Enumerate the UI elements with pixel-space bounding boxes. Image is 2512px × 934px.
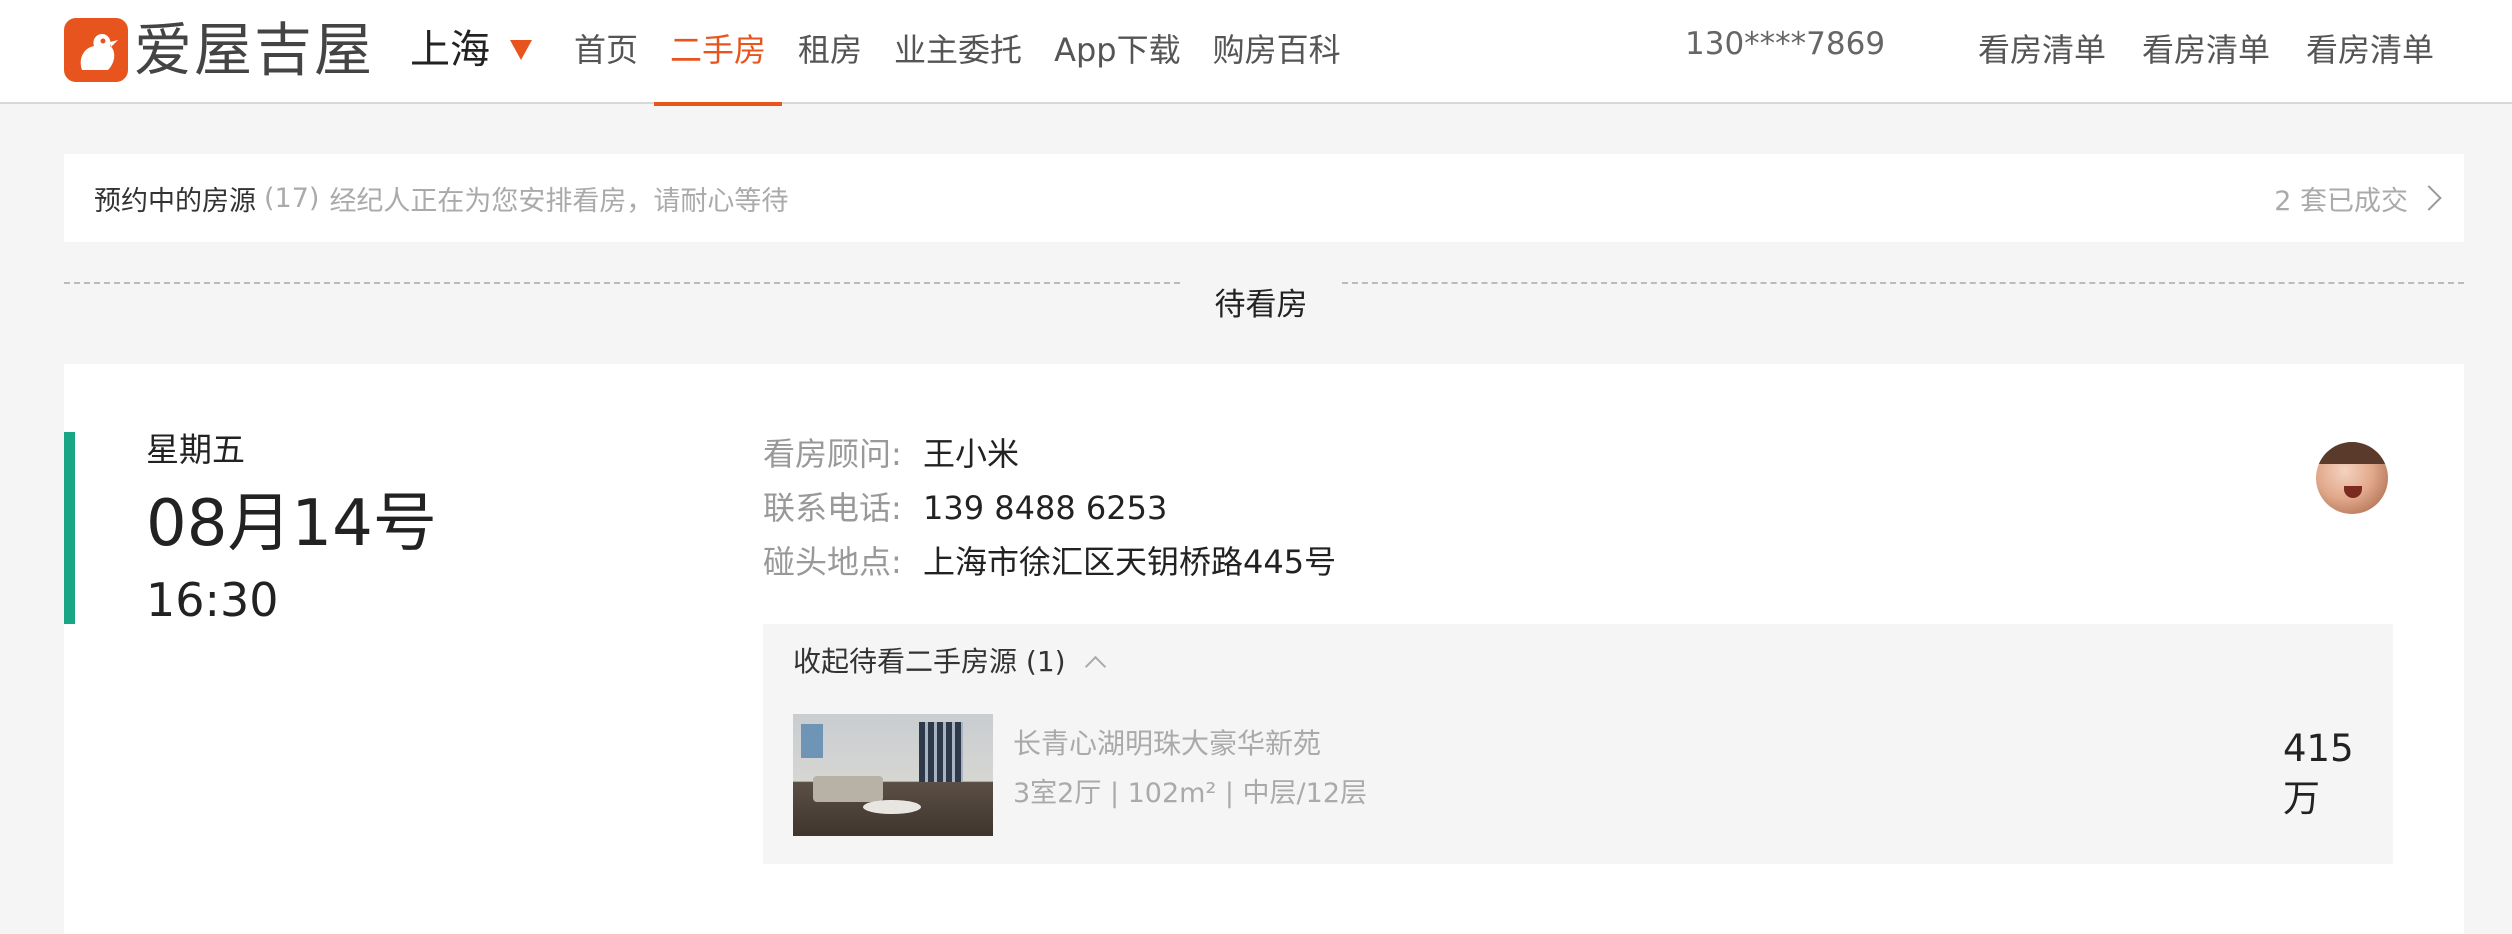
house-thumbnail[interactable] xyxy=(793,714,993,836)
viewing-list-link[interactable]: 看房清单 xyxy=(2306,30,2434,70)
caret-down-icon xyxy=(510,40,532,60)
nav-rent[interactable]: 租房 xyxy=(782,0,878,104)
phone-label: 联系电话: xyxy=(763,489,902,527)
divider-line xyxy=(64,282,1180,284)
location-label: 碰头地点: xyxy=(763,543,902,581)
nav-home[interactable]: 首页 xyxy=(558,0,654,104)
divider-line xyxy=(1342,282,2464,284)
pending-houses-panel: 收起待看二手房源 (1) 长青心湖明珠大豪华新苑 3室2厅 | 102m² | … xyxy=(763,624,2393,864)
appointment-info: 看房顾问: 王小米 联系电话: 139 8488 6253 碰头地点: 上海市徐… xyxy=(763,428,1336,590)
reservation-banner: 预约中的房源 (17) 经纪人正在为您安排看房，请耐心等待 2 套已成交 xyxy=(64,154,2464,242)
advisor-phone[interactable]: 139 8488 6253 xyxy=(923,482,1167,536)
viewing-list-link[interactable]: 看房清单 xyxy=(1978,30,2106,70)
banner-description: 经纪人正在为您安排看房，请耐心等待 xyxy=(329,185,789,217)
thumbnail-painting xyxy=(801,724,823,758)
logo-icon xyxy=(64,18,128,82)
thumbnail-sofa xyxy=(813,776,883,802)
closed-deals-link[interactable]: 2 套已成交 xyxy=(2274,154,2442,242)
main-nav: 首页 二手房 租房 业主委托 App下载 购房百科 xyxy=(558,0,1357,106)
appointment-time: 16:30 xyxy=(146,573,279,627)
nav-app-download[interactable]: App下载 xyxy=(1038,0,1197,104)
logo[interactable]: 爱屋吉屋 xyxy=(64,18,374,82)
thumbnail-table xyxy=(863,800,921,814)
collapse-houses-toggle[interactable]: 收起待看二手房源 (1) xyxy=(793,642,1106,682)
active-underline xyxy=(654,102,783,106)
closed-deals-label: 2 套已成交 xyxy=(2274,185,2408,217)
house-name[interactable]: 长青心湖明珠大豪华新苑 xyxy=(1013,724,1321,764)
banner-title: 预约中的房源 xyxy=(94,185,256,217)
nav-second-hand[interactable]: 二手房 xyxy=(654,0,783,106)
house-meta: 3室2厅 | 102m² | 中层/12层 xyxy=(1013,778,1367,809)
advisor-avatar[interactable] xyxy=(2316,442,2388,514)
viewing-list-link[interactable]: 看房清单 xyxy=(2142,30,2270,70)
thumbnail-window xyxy=(919,722,963,782)
user-phone[interactable]: 130****7869 xyxy=(1685,24,1885,64)
logo-text: 爱屋吉屋 xyxy=(134,16,375,84)
nav-owner-entrust[interactable]: 业主委托 xyxy=(878,0,1038,104)
collapse-houses-label: 收起待看二手房源 (1) xyxy=(793,645,1066,678)
advisor-label: 看房顾问: xyxy=(763,435,902,473)
top-header: 爱屋吉屋 上海 首页 二手房 租房 业主委托 App下载 购房百科 130***… xyxy=(0,0,2512,106)
nav-second-hand-label: 二手房 xyxy=(670,31,767,69)
nav-encyclopedia[interactable]: 购房百科 xyxy=(1197,0,1357,104)
advisor-name: 王小米 xyxy=(923,435,1020,473)
chevron-up-icon xyxy=(1084,655,1106,677)
city-selector[interactable]: 上海 xyxy=(410,22,532,78)
house-price: 415 万 xyxy=(2283,727,2354,820)
banner-count: (17) xyxy=(264,182,320,214)
advisor-row: 看房顾问: 王小米 xyxy=(763,428,1336,482)
meeting-location: 上海市徐汇区天钥桥路445号 xyxy=(923,543,1337,581)
accent-bar xyxy=(64,432,75,624)
appointment-weekday: 星期五 xyxy=(146,430,245,469)
appointment-date: 08月14号 xyxy=(146,487,437,561)
phone-row: 联系电话: 139 8488 6253 xyxy=(763,482,1336,536)
viewing-list-links: 看房清单 看房清单 看房清单 xyxy=(1978,30,2470,70)
chevron-right-icon xyxy=(2416,185,2442,211)
location-row: 碰头地点: 上海市徐汇区天钥桥路445号 xyxy=(763,536,1336,590)
city-name: 上海 xyxy=(410,27,490,73)
section-label: 待看房 xyxy=(1214,287,1308,323)
appointment-card: 星期五 08月14号 16:30 看房顾问: 王小米 联系电话: 139 848… xyxy=(64,364,2464,934)
